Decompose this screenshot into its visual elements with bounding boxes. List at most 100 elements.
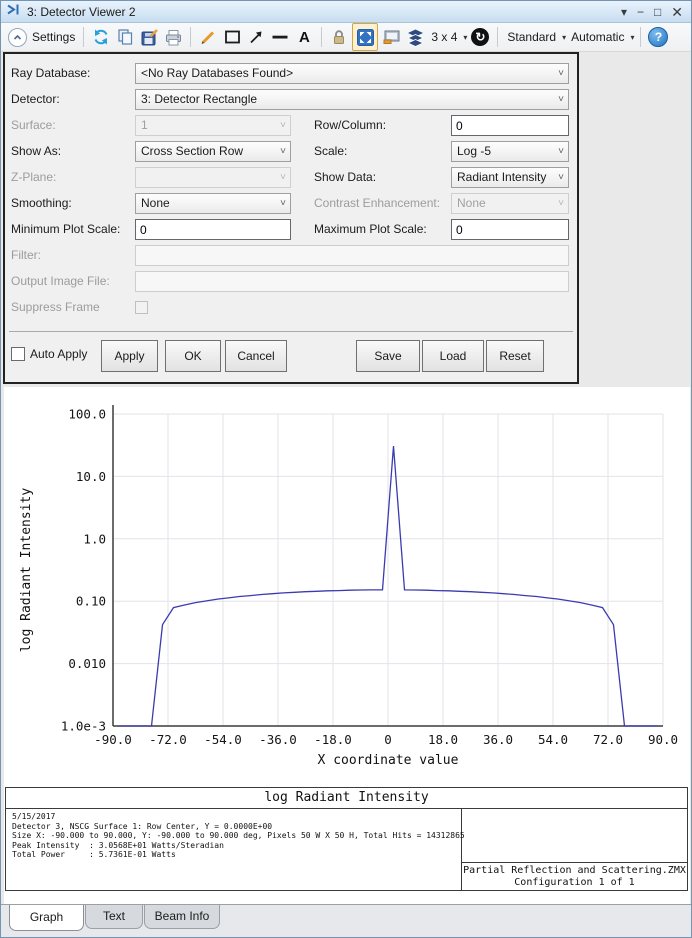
window-title: 3: Detector Viewer 2	[27, 5, 621, 19]
x-tick-label: -72.0	[149, 732, 187, 747]
show-as-select[interactable]: Cross Section Row ˅	[135, 141, 291, 162]
info-total-power: Total Power : 5.7361E-01 Watts	[12, 850, 461, 860]
automatic-label: Automatic	[568, 30, 627, 44]
configuration-label: Configuration 1 of 1	[462, 877, 687, 889]
settings-panel: Ray Database: <No Ray Databases Found> ˅…	[3, 52, 579, 384]
x-tick-label: -36.0	[259, 732, 297, 747]
lock-icon[interactable]	[328, 25, 350, 49]
minimum-plot-scale-input[interactable]	[135, 219, 291, 240]
copy-icon[interactable]	[114, 25, 136, 49]
info-peak-intensity: Peak Intensity : 3.0568E+01 Watts/Sterad…	[12, 841, 461, 851]
maximize-button[interactable]: □	[654, 1, 661, 23]
standard-label: Standard	[504, 30, 559, 44]
auto-update-icon[interactable]: ↻	[469, 25, 491, 49]
caret-down-icon: ▾	[562, 33, 566, 42]
show-data-select[interactable]: Radiant Intensity ˅	[451, 167, 569, 188]
z-plane-label: Z-Plane:	[11, 167, 56, 188]
dock-window-icon	[6, 2, 21, 22]
auto-apply-checkbox[interactable]	[11, 347, 25, 361]
chevron-down-icon: ˅	[558, 143, 564, 160]
chevron-down-icon: ˅	[280, 169, 286, 186]
y-tick-label: 100.0	[68, 407, 106, 422]
lens-file-name: Partial Reflection and Scattering.ZMX	[462, 865, 687, 877]
print-icon[interactable]	[162, 25, 184, 49]
contrast-enhancement-select: None ˅	[451, 193, 569, 214]
save-button[interactable]: Save	[356, 340, 420, 372]
maximum-plot-scale-label: Maximum Plot Scale:	[314, 219, 427, 240]
settings-collapse-button[interactable]	[6, 25, 28, 49]
toolbar-separator	[640, 27, 641, 47]
scale-label: Scale:	[314, 141, 347, 162]
x-axis-label: X coordinate value	[113, 753, 663, 768]
update-arrow-icon: ↻	[471, 28, 489, 46]
cancel-button[interactable]: Cancel	[225, 340, 287, 372]
panel-divider	[9, 331, 573, 332]
tab-graph[interactable]: Graph	[9, 905, 84, 931]
chevron-up-icon	[8, 28, 27, 47]
detector-label: Detector:	[11, 89, 60, 110]
filter-input	[135, 245, 569, 266]
smoothing-select[interactable]: None ˅	[135, 193, 291, 214]
automatic-dropdown[interactable]: Automatic ▾	[568, 25, 634, 49]
settings-label[interactable]: Settings	[29, 30, 78, 44]
ok-button[interactable]: OK	[165, 340, 221, 372]
x-tick-label: 36.0	[483, 732, 513, 747]
chevron-down-icon: ˅	[558, 91, 564, 108]
detector-select[interactable]: 3: Detector Rectangle ˅	[135, 89, 569, 110]
show-as-label: Show As:	[11, 141, 61, 162]
output-image-file-input	[135, 271, 569, 292]
y-tick-label: 1.0	[83, 531, 106, 546]
z-plane-select: ˅	[135, 167, 291, 188]
layers-icon[interactable]	[404, 25, 426, 49]
tab-bar: Graph Text Beam Info	[1, 904, 691, 938]
refresh-icon[interactable]	[90, 25, 112, 49]
copy-to-clipboard-icon[interactable]	[380, 25, 402, 49]
x-tick-label: 72.0	[593, 732, 623, 747]
suppress-frame-label: Suppress Frame	[11, 297, 100, 318]
fit-window-icon[interactable]	[352, 23, 378, 51]
help-icon: ?	[648, 27, 668, 47]
y-tick-label: 10.0	[76, 469, 106, 484]
minimize-button[interactable]: −	[637, 1, 644, 23]
filter-label: Filter:	[11, 245, 41, 266]
surface-label: Surface:	[11, 115, 56, 136]
footer-title: log Radiant Intensity	[6, 788, 687, 809]
maximum-plot-scale-input[interactable]	[451, 219, 569, 240]
tab-text[interactable]: Text	[85, 905, 143, 929]
standard-dropdown[interactable]: Standard ▾	[504, 25, 566, 49]
toolbar-separator	[321, 27, 322, 47]
detector-info-block: 5/15/2017 Detector 3, NSCG Surface 1: Ro…	[6, 809, 462, 891]
scale-select[interactable]: Log -5 ˅	[451, 141, 569, 162]
auto-apply-label: Auto Apply	[30, 344, 87, 365]
smoothing-label: Smoothing:	[11, 193, 72, 214]
window-menu-caret[interactable]: ▾	[621, 1, 627, 23]
surface-select: 1 ˅	[135, 115, 291, 136]
ray-database-select[interactable]: <No Ray Databases Found> ˅	[135, 63, 569, 84]
detector-viewer-window: 3: Detector Viewer 2 ▾ − □ ✕ Settings	[0, 0, 692, 938]
title-bar: 3: Detector Viewer 2 ▾ − □ ✕	[1, 1, 691, 23]
grid-layout-dropdown[interactable]: 3 x 4 ▾	[428, 25, 467, 49]
load-button[interactable]: Load	[422, 340, 484, 372]
draw-thick-line-icon[interactable]	[269, 25, 291, 49]
apply-button[interactable]: Apply	[101, 340, 158, 372]
x-tick-label: -90.0	[94, 732, 132, 747]
reset-button[interactable]: Reset	[486, 340, 544, 372]
info-size: Size X: -90.000 to 90.000, Y: -90.000 to…	[12, 831, 461, 841]
close-button[interactable]: ✕	[671, 1, 683, 23]
draw-arrow-icon[interactable]	[245, 25, 267, 49]
chevron-down-icon: ˅	[280, 117, 286, 134]
x-tick-label: -54.0	[204, 732, 242, 747]
draw-rectangle-icon[interactable]	[221, 25, 243, 49]
draw-line-pencil-icon[interactable]	[197, 25, 219, 49]
grid-layout-label: 3 x 4	[428, 30, 460, 44]
info-date: 5/15/2017	[12, 812, 461, 822]
save-image-icon[interactable]	[138, 25, 160, 49]
toolbar-separator	[497, 27, 498, 47]
chevron-down-icon: ˅	[558, 65, 564, 82]
draw-text-icon[interactable]: A	[293, 25, 315, 49]
toolbar: Settings A	[1, 23, 691, 52]
tab-beam-info[interactable]: Beam Info	[144, 905, 220, 929]
help-button[interactable]: ?	[647, 25, 669, 49]
toolbar-separator	[190, 27, 191, 47]
row-column-input[interactable]	[451, 115, 569, 136]
